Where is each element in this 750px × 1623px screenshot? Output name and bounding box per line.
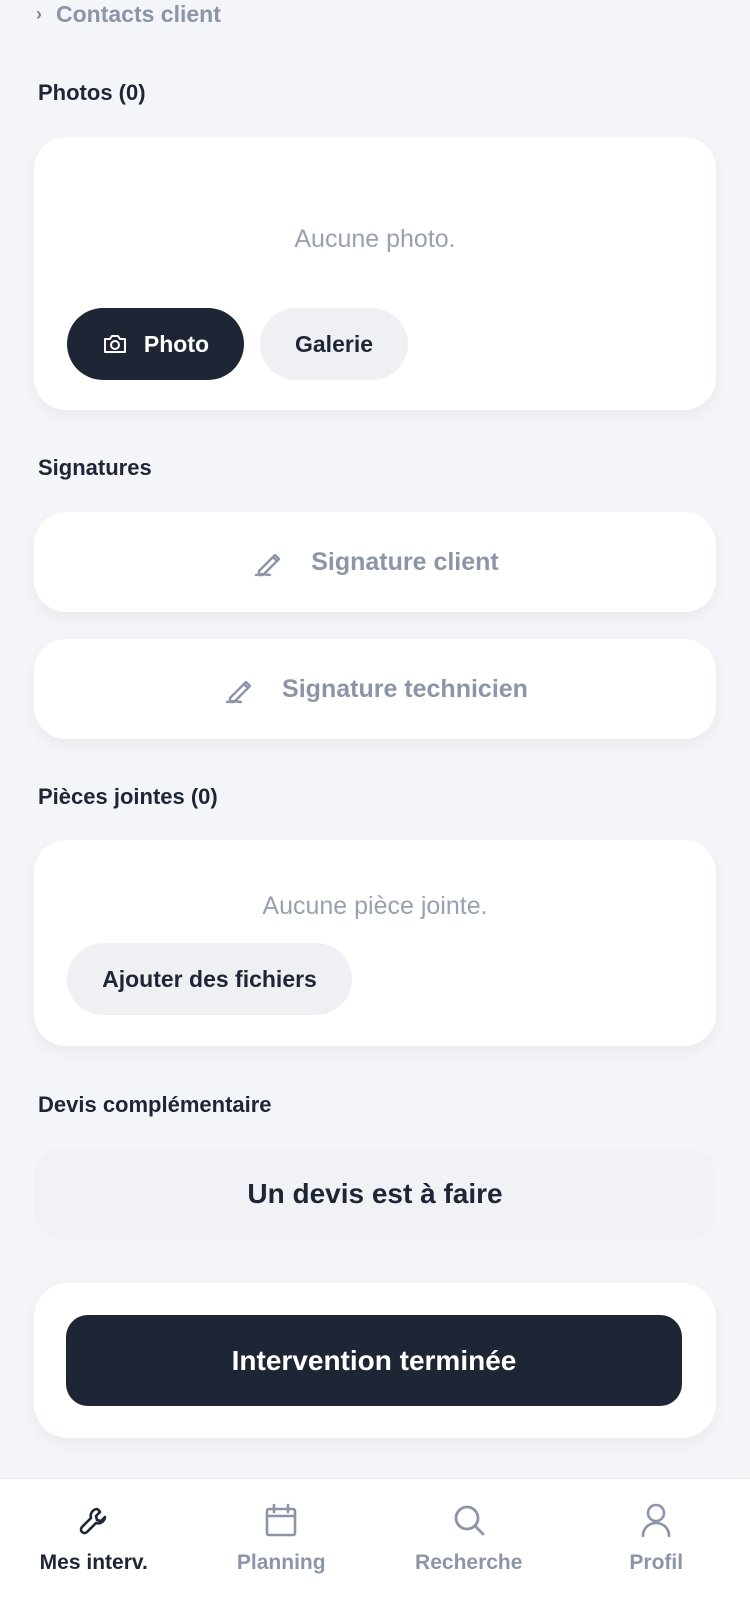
attachments-card: Aucune pièce jointe. Ajouter des fichier… (34, 840, 716, 1046)
devis-status-text: Un devis est à faire (247, 1178, 503, 1209)
signature-technician-label: Signature technicien (282, 674, 528, 703)
camera-icon (102, 331, 128, 357)
nav-label: Mes interv. (39, 1551, 148, 1574)
add-files-button-label: Ajouter des fichiers (102, 965, 317, 992)
attachments-section-title: Pièces jointes (0) (38, 784, 218, 809)
search-icon (450, 1501, 488, 1539)
add-files-button[interactable]: Ajouter des fichiers (67, 943, 352, 1015)
gallery-button[interactable]: Galerie (260, 308, 408, 380)
wrench-icon (75, 1501, 113, 1539)
devis-section-title: Devis complémentaire (38, 1092, 272, 1117)
contacts-client-row[interactable]: › Contacts client (36, 0, 221, 28)
devis-status-bar[interactable]: Un devis est à faire (34, 1148, 716, 1240)
photos-section-title: Photos (0) (38, 80, 146, 105)
nav-item-profil[interactable]: Profil (563, 1479, 750, 1623)
finish-card: Intervention terminée (34, 1283, 716, 1438)
signatures-section-title: Signatures (38, 455, 152, 480)
nav-item-mes-interventions[interactable]: Mes interv. (0, 1479, 188, 1623)
signature-client-label: Signature client (311, 547, 499, 576)
signature-technician-button[interactable]: Signature technicien (34, 639, 716, 739)
photos-empty-text: Aucune photo. (294, 225, 456, 253)
take-photo-button[interactable]: Photo (67, 308, 244, 380)
photo-button-label: Photo (143, 330, 210, 357)
photos-card: Aucune photo. Photo Galerie (34, 137, 716, 410)
nav-label: Recherche (415, 1551, 523, 1574)
nav-label: Planning (236, 1551, 326, 1574)
nav-item-planning[interactable]: Planning (188, 1479, 376, 1623)
nav-label: Profil (629, 1551, 684, 1574)
nav-item-recherche[interactable]: Recherche (375, 1479, 563, 1623)
attachments-empty-text: Aucune pièce jointe. (262, 892, 488, 920)
calendar-icon (262, 1501, 300, 1539)
contacts-client-label: Contacts client (56, 0, 221, 27)
bottom-navigation: Mes interv. Planning Recherche Profil (0, 1478, 750, 1623)
gallery-button-label: Galerie (295, 330, 373, 357)
pen-icon (251, 543, 289, 581)
signature-client-button[interactable]: Signature client (34, 512, 716, 612)
intervention-finished-label: Intervention terminée (231, 1344, 517, 1376)
chevron-right-icon: › (36, 3, 42, 24)
intervention-finished-button[interactable]: Intervention terminée (66, 1315, 682, 1406)
pen-icon (222, 670, 260, 708)
user-icon (637, 1501, 675, 1539)
